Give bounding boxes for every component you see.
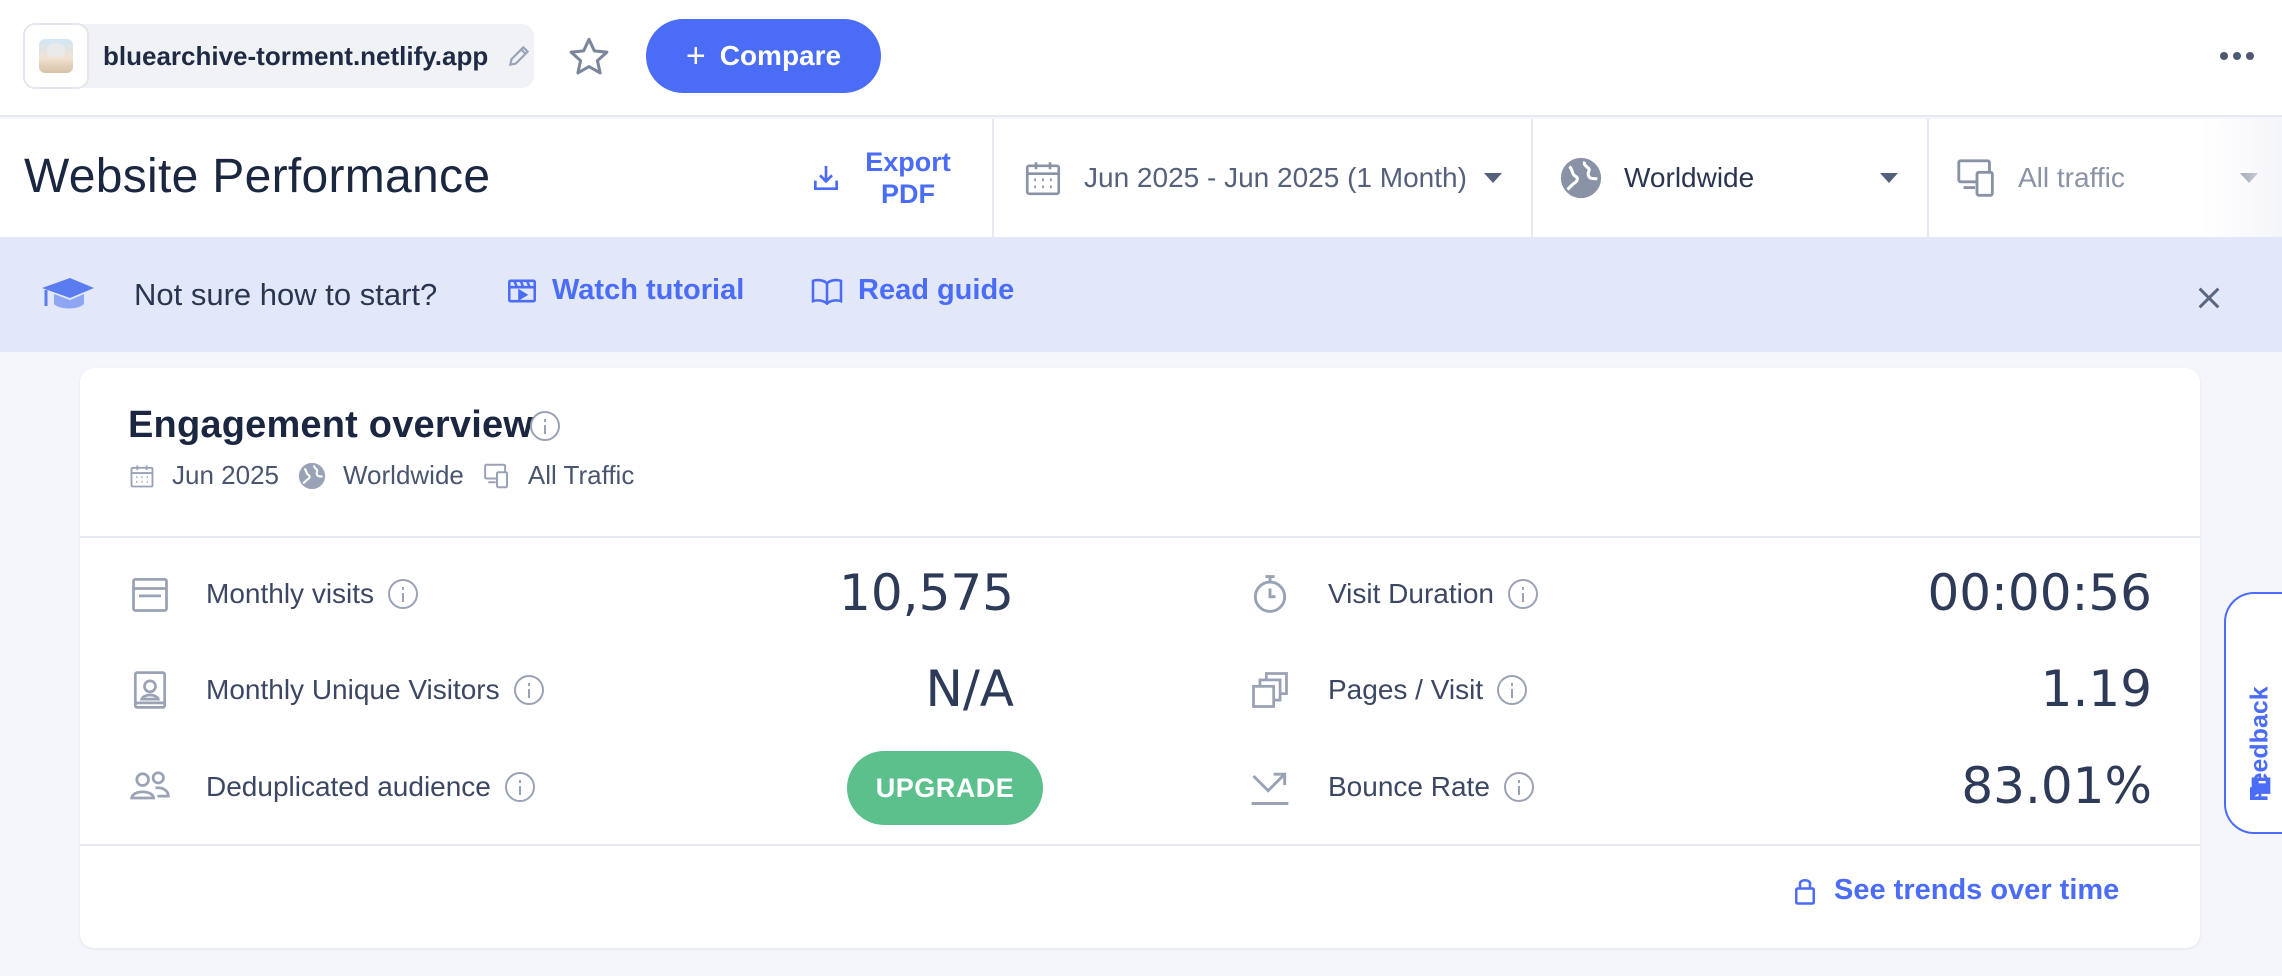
see-trends-label: See trends over time <box>1834 874 2120 906</box>
metric-value: 00:00:56 <box>1927 564 2152 622</box>
metric-label: Visit Duration <box>1328 578 1495 609</box>
compare-label: Compare <box>719 40 842 71</box>
metric-value: 83.01% <box>1961 757 2152 815</box>
meta-traffic: All Traffic <box>527 460 635 490</box>
download-icon <box>814 166 838 190</box>
metric-monthly-unique-visitors: Monthly Unique Visitors N/A <box>128 660 1118 720</box>
header-row: Website Performance Export PDF Jun 2025 … <box>0 119 2282 237</box>
card-title: Engagement overview <box>128 404 534 446</box>
devices-icon <box>484 463 508 488</box>
info-icon[interactable] <box>504 772 535 802</box>
info-icon[interactable] <box>530 411 560 441</box>
feedback-tab[interactable]: Feedback <box>2224 592 2282 834</box>
meta-date: Jun 2025 <box>172 460 279 490</box>
star-icon[interactable] <box>566 34 612 80</box>
info-icon[interactable] <box>1503 772 1534 802</box>
calendar-icon <box>1025 162 1061 196</box>
book-icon <box>811 278 843 305</box>
metric-label: Monthly Unique Visitors <box>206 674 500 705</box>
stopwatch-icon <box>1253 575 1287 613</box>
pages-icon <box>1252 672 1288 708</box>
globe-icon <box>298 462 326 489</box>
see-trends-link[interactable]: See trends over time <box>1792 874 2119 907</box>
region-filter[interactable]: Worldwide <box>1558 119 1898 237</box>
users-icon <box>130 771 170 800</box>
metric-value: 10,575 <box>839 564 1014 622</box>
engagement-overview-card: Engagement overview Jun 2025 Worldwide A… <box>80 368 2200 948</box>
date-range-label: Jun 2025 - Jun 2025 (1 Month) <box>1084 162 1467 193</box>
metric-label: Pages / Visit <box>1328 674 1484 705</box>
site-name: bluearchive-torment.netlify.app <box>103 40 489 71</box>
metric-value: 1.19 <box>2040 660 2152 718</box>
pencil-icon[interactable] <box>506 43 532 69</box>
site-favicon <box>23 23 89 89</box>
metric-value: N/A <box>925 660 1014 718</box>
top-bar: bluearchive-torment.netlify.app + Compar… <box>0 0 2282 117</box>
banner-text: Not sure how to start? <box>134 277 438 312</box>
watch-tutorial-link[interactable]: Watch tutorial <box>506 274 744 307</box>
chevron-down-icon <box>1880 173 1898 183</box>
info-icon[interactable] <box>388 579 419 609</box>
metric-label: Deduplicated audience <box>206 771 491 802</box>
read-guide-link[interactable]: Read guide <box>810 274 1014 307</box>
metric-monthly-visits: Monthly visits 10,575 <box>128 564 1118 624</box>
plus-icon: + <box>685 37 706 75</box>
export-pdf-label: Export PDF <box>865 147 951 209</box>
video-icon <box>508 279 536 302</box>
globe-icon <box>1560 157 1602 199</box>
compare-button[interactable]: + Compare <box>646 19 881 93</box>
more-options-icon[interactable] <box>2220 44 2256 68</box>
metric-visit-duration: Visit Duration 00:00:56 <box>1248 564 2152 624</box>
calendar-icon <box>130 465 154 487</box>
region-label: Worldwide <box>1624 162 1755 193</box>
feedback-icon <box>2251 777 2271 799</box>
lock-icon <box>1795 878 1815 905</box>
traffic-filter[interactable]: All traffic <box>1954 119 2258 237</box>
close-icon[interactable] <box>2193 282 2225 314</box>
calendar-icon <box>132 577 168 612</box>
id-badge-icon <box>133 671 167 709</box>
card-meta: Jun 2025 Worldwide All Traffic <box>128 460 652 491</box>
page-title: Website Performance <box>24 150 491 203</box>
metric-pages-per-visit: Pages / Visit 1.19 <box>1248 660 2152 720</box>
bounce-arrow-icon <box>1251 772 1289 805</box>
read-guide-label: Read guide <box>858 274 1015 306</box>
date-range-filter[interactable]: Jun 2025 - Jun 2025 (1 Month) <box>1022 119 1502 237</box>
chevron-down-icon <box>1484 173 1502 183</box>
onboarding-banner: Not sure how to start? Watch tutorial Re… <box>0 237 2282 352</box>
traffic-label: All traffic <box>2018 162 2125 193</box>
info-icon[interactable] <box>1497 675 1528 705</box>
info-icon[interactable] <box>1508 579 1539 609</box>
export-pdf-button[interactable]: Export PDF <box>810 146 958 210</box>
watch-tutorial-label: Watch tutorial <box>552 274 745 306</box>
metric-label: Monthly visits <box>206 578 375 609</box>
info-icon[interactable] <box>513 675 544 705</box>
metric-label: Bounce Rate <box>1328 771 1490 802</box>
upgrade-button[interactable]: UPGRADE <box>847 751 1043 825</box>
graduation-cap-icon <box>42 278 94 309</box>
site-chip[interactable]: bluearchive-torment.netlify.app <box>23 23 534 89</box>
metric-bounce-rate: Bounce Rate 83.01% <box>1248 757 2152 817</box>
devices-icon <box>1957 159 1994 197</box>
meta-region: Worldwide <box>342 460 464 490</box>
